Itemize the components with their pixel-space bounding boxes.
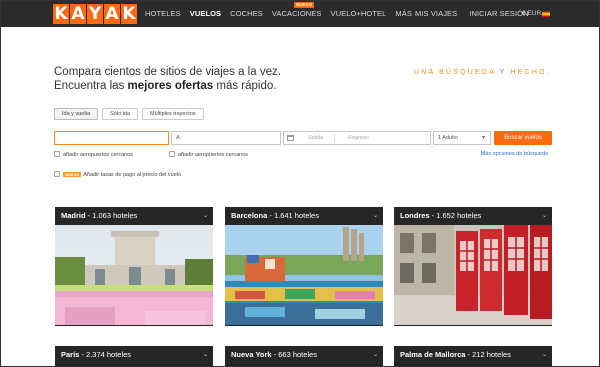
card-header[interactable]: París - 2.374 hoteles ⌄ <box>55 346 213 364</box>
chevron-down-icon[interactable]: ⌄ <box>373 346 378 364</box>
slogan-part: HECHO. <box>510 69 551 76</box>
card-city: París <box>61 350 80 359</box>
date-range-input[interactable]: Salida Regreso <box>283 131 431 145</box>
tagline-line1: Compara cientos de sitios de viajes a la… <box>54 66 281 78</box>
new-badge: NUEVO <box>293 2 315 8</box>
travelers-value: 1 Adulto <box>438 135 458 141</box>
card-header[interactable]: Barcelona - 1.641 hoteles ⌄ <box>225 207 383 225</box>
card-header[interactable]: Nueva York - 663 hoteles ⌄ <box>225 346 383 364</box>
origin-input[interactable] <box>54 131 169 145</box>
card-hotel-count: - 1.652 hoteles <box>429 211 482 220</box>
slogan-part: UNA BÚSQUEDA <box>414 69 496 76</box>
destination-card-barcelona[interactable]: Barcelona - 1.641 hoteles ⌄ <box>225 207 383 326</box>
card-city: Londres <box>400 211 430 220</box>
search-flights-button[interactable]: Buscar vuelos <box>494 131 552 145</box>
tagline-line2: Encuentra las mejores ofertas más rápido… <box>54 79 281 93</box>
login-link[interactable]: INICIAR SESIÓN <box>469 1 528 27</box>
nav-hoteles[interactable]: HOTELES <box>145 1 181 27</box>
more-search-options-link[interactable]: Más opciones de búsqueda <box>481 151 548 157</box>
card-header[interactable]: Madrid - 1.063 hoteles ⌄ <box>55 207 213 225</box>
card-header[interactable]: Londres - 1.652 hoteles ⌄ <box>394 207 552 225</box>
nav-vuelo-hotel[interactable]: VUELO+HOTEL <box>330 1 386 27</box>
logo-letter: K <box>53 4 69 24</box>
chevron-down-icon[interactable]: ⌄ <box>203 207 208 225</box>
nearby-origin-option[interactable]: añadir aeropuertos cercanos <box>54 151 133 158</box>
trip-type-tabs: Ida y vuelta Sólo ida Múltiples trayecto… <box>54 108 208 120</box>
checkbox[interactable] <box>54 171 60 177</box>
flight-search-form: A Salida Regreso 1 Adulto ▼ Buscar vuelo… <box>54 131 552 145</box>
logo-letter: K <box>121 4 137 24</box>
card-city: Palma de Mallorca <box>400 350 466 359</box>
logo-letter: Y <box>87 4 103 24</box>
madrid-photo <box>55 225 213 325</box>
chevron-down-icon: ▼ <box>481 135 486 141</box>
date-divider <box>334 134 335 142</box>
destination-input[interactable]: A <box>171 131 281 145</box>
tagline-prefix: Encuentra las <box>54 80 128 92</box>
slogan-part: Y <box>495 69 511 76</box>
chevron-down-icon[interactable]: ⌄ <box>542 346 547 364</box>
nav-vacaciones-label: VACACIONES <box>271 9 322 18</box>
slogan: UNA BÚSQUEDA Y HECHO. <box>414 69 551 76</box>
nav-vacaciones[interactable]: VACACIONES NUEVO <box>272 1 322 27</box>
destination-card-paris[interactable]: París - 2.374 hoteles ⌄ <box>55 346 213 366</box>
card-hotel-count: - 2.374 hoteles <box>79 350 132 359</box>
nearby-origin-label: añadir aeropuertos cercanos <box>63 152 134 158</box>
tagline-bold: mejores ofertas <box>127 80 214 92</box>
chevron-down-icon[interactable]: ⌄ <box>203 346 208 364</box>
nav-mas[interactable]: MÁS <box>395 1 412 27</box>
travelers-select[interactable]: 1 Adulto ▼ <box>433 131 491 145</box>
tab-round-trip[interactable]: Ida y vuelta <box>54 108 99 120</box>
currency-selector[interactable]: € EUR <box>522 1 541 27</box>
barcelona-photo <box>225 225 383 325</box>
top-nav: K A Y A K HOTELES VUELOS COCHES VACACION… <box>1 1 599 27</box>
destination-card-palma[interactable]: Palma de Mallorca - 212 hoteles ⌄ <box>394 346 552 366</box>
checkbox[interactable] <box>54 151 60 157</box>
main-nav: HOTELES VUELOS COCHES VACACIONES NUEVO V… <box>145 1 421 27</box>
checkbox[interactable] <box>169 151 175 157</box>
card-city: Madrid <box>61 211 86 220</box>
card-hotel-count: - 212 hoteles <box>465 350 511 359</box>
tagline-suffix: más rápido. <box>213 80 277 92</box>
chevron-down-icon[interactable]: ⌄ <box>373 207 378 225</box>
tab-multi-city[interactable]: Múltiples trayectos <box>142 108 204 120</box>
spain-flag-icon[interactable] <box>542 11 550 17</box>
payment-fee-option[interactable]: NUEVO Añadir tasas de pago al precio del … <box>54 171 181 178</box>
card-hotel-count: - 663 hoteles <box>271 350 318 359</box>
nearby-destination-option[interactable]: añadir aeropuertos cercanos <box>169 151 248 158</box>
card-city: Barcelona <box>231 211 268 220</box>
calendar-icon <box>287 135 294 141</box>
payment-fee-label: Añadir tasas de pago al precio del vuelo <box>83 172 182 178</box>
return-date-placeholder[interactable]: Regreso <box>348 132 369 144</box>
logo-letter: A <box>104 4 120 24</box>
card-header[interactable]: Palma de Mallorca - 212 hoteles ⌄ <box>394 346 552 364</box>
destination-card-nueva-york[interactable]: Nueva York - 663 hoteles ⌄ <box>225 346 383 366</box>
my-trips-link[interactable]: MIS VIAJES <box>415 1 457 27</box>
depart-date-placeholder[interactable]: Salida <box>308 132 323 144</box>
chevron-down-icon[interactable]: ⌄ <box>542 207 547 225</box>
nav-coches[interactable]: COCHES <box>230 1 263 27</box>
tab-one-way[interactable]: Sólo ida <box>102 108 139 120</box>
card-hotel-count: - 1.641 hoteles <box>267 211 319 220</box>
hero-tagline: Compara cientos de sitios de viajes a la… <box>54 65 281 93</box>
page: K A Y A K HOTELES VUELOS COCHES VACACION… <box>0 0 600 367</box>
new-badge: NUEVO <box>63 172 82 177</box>
nearby-destination-label: añadir aeropuertos cercanos <box>178 152 249 158</box>
search-options: añadir aeropuertos cercanos añadir aerop… <box>54 151 548 161</box>
card-hotel-count: - 1.063 hoteles <box>85 211 138 220</box>
card-city: Nueva York <box>231 350 272 359</box>
logo-letter: A <box>70 4 86 24</box>
londres-photo <box>394 225 552 325</box>
kayak-logo[interactable]: K A Y A K <box>53 4 138 24</box>
nav-vuelos[interactable]: VUELOS <box>190 1 221 27</box>
destination-card-londres[interactable]: Londres - 1.652 hoteles ⌄ <box>394 207 552 326</box>
destination-card-madrid[interactable]: Madrid - 1.063 hoteles ⌄ <box>55 207 213 326</box>
